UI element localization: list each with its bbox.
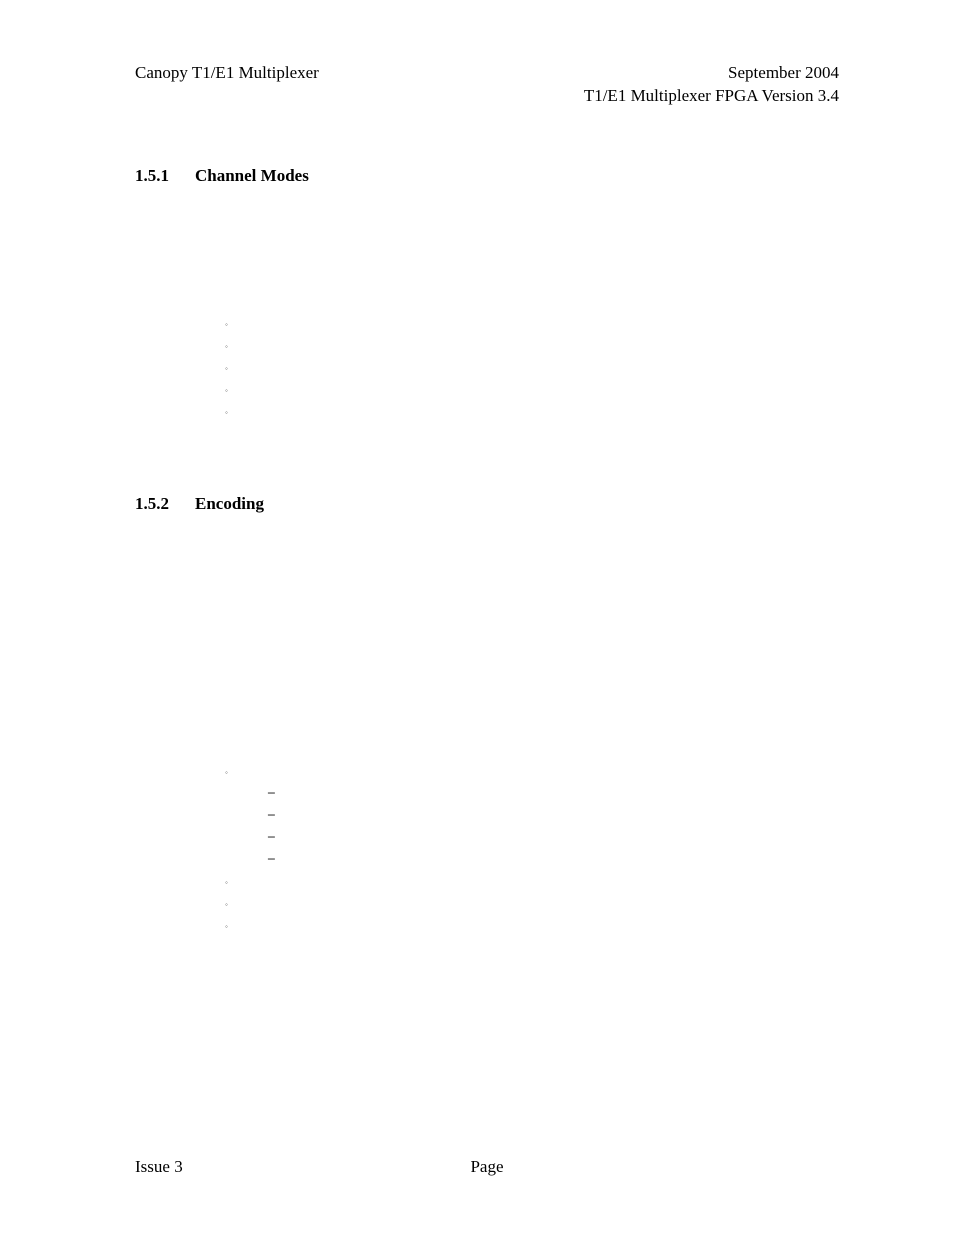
bullet-dash-icon: − xyxy=(267,830,285,847)
header-version: T1/E1 Multiplexer FPGA Version 3.4 xyxy=(584,85,839,108)
bullet-circle-icon: ◦ xyxy=(225,314,243,336)
bullet-list: ◦ − − − − ◦ ◦ ◦ xyxy=(225,762,839,938)
header-left: Canopy T1/E1 Multiplexer xyxy=(135,62,319,85)
paragraph-placeholder xyxy=(135,562,839,762)
list-item: ◦ xyxy=(225,314,839,336)
section-heading: 1.5.1 Channel Modes xyxy=(135,166,839,186)
page: Canopy T1/E1 Multiplexer September 2004 … xyxy=(0,0,954,1235)
section-number: 1.5.1 xyxy=(135,166,195,186)
list-item: ◦ xyxy=(225,358,839,380)
doc-title: Canopy T1/E1 Multiplexer xyxy=(135,63,319,82)
section-heading: 1.5.2 Encoding xyxy=(135,494,839,514)
bullet-circle-icon: ◦ xyxy=(225,380,243,402)
bullet-dash-icon: − xyxy=(267,786,285,803)
list-item: ◦ xyxy=(225,916,839,938)
bullet-circle-icon: ◦ xyxy=(225,336,243,358)
bullet-circle-icon: ◦ xyxy=(225,358,243,380)
sub-list: − − − − xyxy=(267,784,839,872)
paragraph-placeholder xyxy=(135,234,839,314)
list-item: ◦ xyxy=(225,762,839,784)
section-encoding: 1.5.2 Encoding ◦ − − − − ◦ ◦ ◦ xyxy=(135,494,839,938)
bullet-circle-icon: ◦ xyxy=(225,916,243,938)
list-item: ◦ xyxy=(225,894,839,916)
list-item: − xyxy=(267,806,839,828)
bullet-circle-icon: ◦ xyxy=(225,894,243,916)
section-channel-modes: 1.5.1 Channel Modes ◦ ◦ ◦ ◦ ◦ xyxy=(135,166,839,424)
footer-page-label: Page xyxy=(135,1157,839,1177)
header-right: September 2004 T1/E1 Multiplexer FPGA Ve… xyxy=(584,62,839,108)
list-item: − xyxy=(267,828,839,850)
bullet-list: ◦ ◦ ◦ ◦ ◦ xyxy=(225,314,839,424)
bullet-dash-icon: − xyxy=(267,808,285,825)
list-item: ◦ xyxy=(225,380,839,402)
bullet-dash-icon: − xyxy=(267,852,285,869)
header-date: September 2004 xyxy=(584,62,839,85)
list-item: ◦ xyxy=(225,336,839,358)
section-number: 1.5.2 xyxy=(135,494,195,514)
bullet-circle-icon: ◦ xyxy=(225,402,243,424)
bullet-circle-icon: ◦ xyxy=(225,762,243,784)
page-header: Canopy T1/E1 Multiplexer September 2004 … xyxy=(135,62,839,108)
bullet-circle-icon: ◦ xyxy=(225,872,243,894)
section-title: Encoding xyxy=(195,494,264,514)
section-title: Channel Modes xyxy=(195,166,309,186)
list-item: ◦ xyxy=(225,402,839,424)
list-item: ◦ xyxy=(225,872,839,894)
list-item: − xyxy=(267,850,839,872)
list-item: − xyxy=(267,784,839,806)
page-footer: Issue 3 Page xyxy=(135,1157,839,1177)
